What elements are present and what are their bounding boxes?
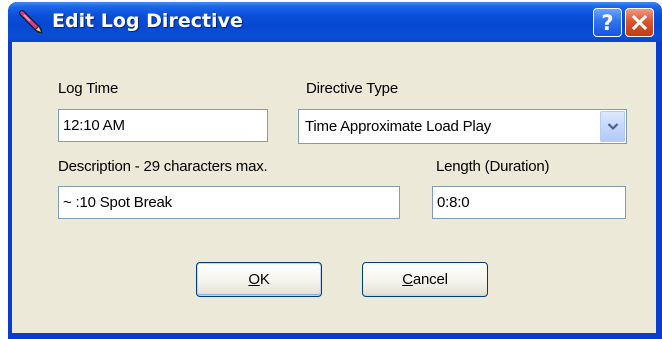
dialog-body: Log Time 12:10 AM Directive Type Time Ap… [12,42,656,333]
ok-button[interactable]: OK [196,262,322,297]
chevron-down-icon [607,123,618,131]
ok-accel: O [248,271,260,288]
directive-type-value: Time Approximate Load Play [305,118,492,135]
log-time-label: Log Time [58,80,119,97]
close-button[interactable] [625,8,654,37]
cancel-accel: C [402,271,413,288]
log-time-input[interactable]: 12:10 AM [58,109,268,142]
window-title: Edit Log Directive [52,10,243,32]
directive-type-label: Directive Type [306,80,398,97]
pencil-icon [19,10,43,34]
cancel-label-rest: ancel [412,271,448,288]
length-input[interactable]: 0:8:0 [432,186,626,219]
ok-label-rest: K [259,271,270,288]
close-icon [631,14,648,31]
dropdown-button[interactable] [600,111,625,142]
length-label: Length (Duration) [436,158,550,175]
description-input[interactable]: ~ :10 Spot Break [58,186,400,219]
directive-type-select[interactable]: Time Approximate Load Play [298,109,627,144]
edit-log-directive-dialog: Edit Log Directive ? Log Time 12:10 AM D… [8,2,662,339]
cancel-button[interactable]: Cancel [362,262,488,297]
description-label: Description - 29 characters max. [58,158,268,175]
help-button[interactable]: ? [593,8,622,37]
title-bar[interactable]: Edit Log Directive ? [8,2,662,42]
help-icon: ? [601,10,614,35]
